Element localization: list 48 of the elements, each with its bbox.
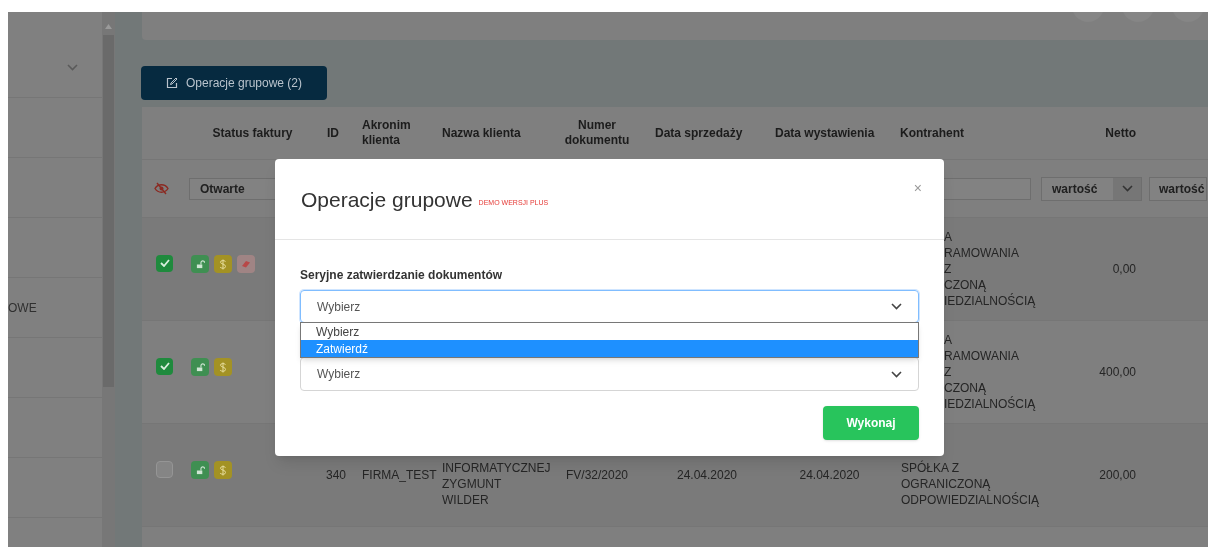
execute-button[interactable]: Wykonaj: [823, 406, 919, 440]
column-header: ID: [326, 125, 340, 142]
dollar-icon[interactable]: [214, 255, 232, 273]
chevron-down-icon: [67, 64, 78, 71]
column-header: Numer dokumentu: [563, 118, 631, 148]
scrollbar[interactable]: [102, 12, 115, 547]
chevron-down-icon: [891, 303, 902, 310]
dropdown-option[interactable]: Zatwierdź: [301, 340, 918, 357]
row-checkbox[interactable]: [156, 254, 173, 272]
value-filter-select[interactable]: wartość: [1149, 176, 1207, 201]
sidebar-item-label: OWE: [8, 299, 37, 317]
close-button[interactable]: ×: [913, 181, 922, 195]
netto-filter-select[interactable]: wartość: [1041, 176, 1142, 201]
column-header: Akronim klienta: [361, 118, 412, 148]
table-cell-text: 24.04.2020: [799, 467, 860, 484]
column-header: Status faktury: [211, 125, 293, 142]
dollar-icon[interactable]: [214, 461, 232, 479]
unlock-icon[interactable]: [191, 461, 209, 479]
row-checkbox[interactable]: [156, 460, 173, 478]
table-cell-text: 24.04.2020: [676, 467, 738, 484]
table-cell-text: 400,00: [1099, 364, 1137, 381]
dollar-icon[interactable]: [214, 358, 232, 376]
table-cell-text: A RAMOWANIA Z CZONĄ IEDZIALNOŚCIĄ: [944, 332, 1037, 412]
column-header: Data sprzedaży: [654, 125, 744, 142]
column-header: Kontrahent: [899, 125, 965, 142]
unlock-icon[interactable]: [191, 255, 209, 273]
column-header: Nazwa klienta: [441, 125, 522, 142]
check-icon: [159, 259, 170, 267]
table-cell-text: 340: [325, 467, 347, 484]
eye-slash-icon[interactable]: [154, 182, 169, 195]
chevron-down-icon: [891, 370, 902, 378]
group-operations-button[interactable]: Operacje grupowe (2): [141, 66, 327, 100]
eraser-icon[interactable]: [237, 255, 255, 273]
check-icon: [159, 362, 170, 370]
chevron-down-icon: [1121, 185, 1133, 192]
table-cell-text: SPÓŁKA Z OGRANICZONĄ ODPOWIEDZIALNOŚCIĄ: [900, 459, 1039, 508]
field-label: Seryjne zatwierdzanie dokumentów: [300, 267, 504, 284]
column-header: Data wystawienia: [774, 125, 876, 142]
scroll-up-icon[interactable]: [105, 24, 112, 29]
row-checkbox[interactable]: [156, 357, 173, 375]
table-cell-text: A RAMOWANIA Z CZONĄ IEDZIALNOŚCIĄ: [944, 229, 1037, 309]
table-cell-text: 200,00: [1099, 467, 1137, 484]
column-header: Netto: [1105, 125, 1137, 142]
table-cell-text: 0,00: [1112, 261, 1137, 278]
unlock-icon[interactable]: [191, 358, 209, 376]
edit-icon: [165, 77, 178, 89]
table-cell-text: FV/32/2020: [565, 467, 628, 484]
dropdown-option[interactable]: Wybierz: [301, 323, 918, 340]
